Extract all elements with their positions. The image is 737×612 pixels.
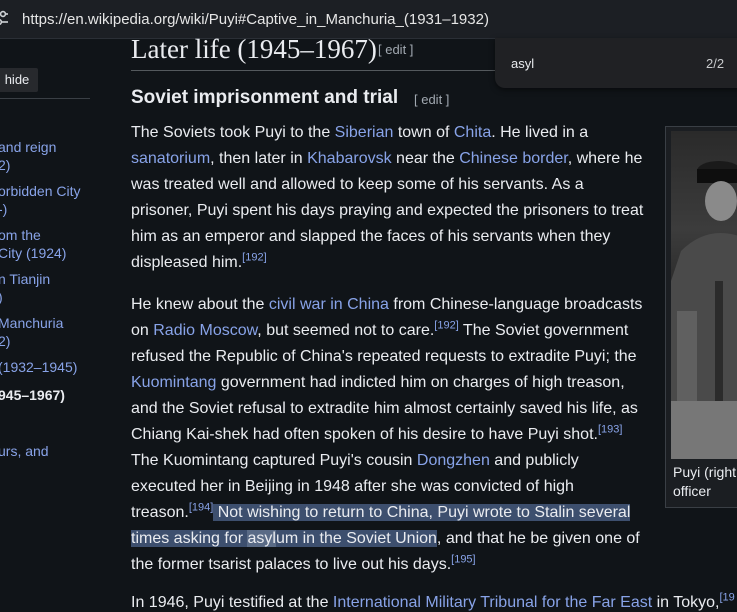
- figure-caption: Puyi (right officer: [673, 464, 737, 499]
- toc-item[interactable]: -): [0, 199, 7, 219]
- find-match-count: 2/2: [706, 56, 725, 71]
- subsection-heading: Soviet imprisonment and trial: [131, 87, 399, 108]
- toc-item[interactable]: and reign: [0, 137, 56, 157]
- citation-link[interactable]: [193]: [598, 424, 622, 436]
- paragraph-1: The Soviets took Puyi to the Siberian to…: [131, 124, 644, 271]
- link-chinese-border[interactable]: Chinese border: [459, 150, 568, 167]
- section-edit-link[interactable]: [ edit ]: [378, 42, 413, 57]
- toc-item[interactable]: Manchuria: [0, 313, 63, 333]
- link-siberian[interactable]: Siberian: [335, 124, 394, 141]
- link-khabarovsk[interactable]: Khabarovsk: [307, 150, 392, 167]
- toc-divider: [0, 98, 90, 99]
- paragraph-2: He knew about the civil war in China fro…: [131, 296, 643, 573]
- toc-item-current[interactable]: 945–1967): [0, 385, 65, 405]
- find-bar: asyl 2/2: [495, 38, 737, 88]
- link-chita[interactable]: Chita: [454, 124, 491, 141]
- puyi-photo[interactable]: [671, 131, 737, 459]
- toc-item[interactable]: 2): [0, 331, 10, 351]
- text-selection: Not wishing to return to China, Puyi wro…: [213, 504, 631, 521]
- toc-hide-button[interactable]: hide: [0, 68, 38, 92]
- site-settings-icon[interactable]: [0, 9, 10, 27]
- link-tribunal[interactable]: International Military Tribunal for the …: [333, 594, 652, 611]
- toc-item[interactable]: (1932–1945): [0, 357, 77, 377]
- find-input[interactable]: asyl: [511, 56, 534, 71]
- link-kuomintang[interactable]: Kuomintang: [131, 374, 216, 391]
- toc-item[interactable]: ): [0, 287, 3, 307]
- toc-item[interactable]: orbidden City: [0, 181, 81, 201]
- url-text[interactable]: https://en.wikipedia.org/wiki/Puyi#Capti…: [22, 11, 489, 28]
- paragraph-3: In 1946, Puyi testified at the Internati…: [131, 591, 735, 611]
- toc-item[interactable]: City (1924): [0, 243, 66, 263]
- link-dongzhen[interactable]: Dongzhen: [417, 452, 490, 469]
- citation-link[interactable]: [195]: [451, 554, 475, 566]
- link-civil-war[interactable]: civil war in China: [269, 296, 389, 313]
- citation-link[interactable]: [192]: [242, 252, 266, 264]
- citation-link[interactable]: [19: [719, 592, 734, 604]
- toc-item[interactable]: n Tianjin: [0, 269, 50, 289]
- toc-item[interactable]: 2): [0, 155, 10, 175]
- subsection-edit-link[interactable]: [ edit ]: [414, 92, 449, 107]
- toc-item[interactable]: om the: [0, 225, 41, 245]
- toc-item[interactable]: urs, and: [0, 441, 49, 461]
- citation-link[interactable]: [192]: [434, 320, 458, 332]
- image-thumbnail[interactable]: Puyi (right officer: [665, 126, 737, 508]
- find-current-match: asyl: [247, 530, 276, 547]
- link-radio-moscow[interactable]: Radio Moscow: [153, 322, 257, 339]
- citation-link[interactable]: [194]: [189, 502, 213, 514]
- link-sanatorium[interactable]: sanatorium: [131, 150, 210, 167]
- section-heading: Later life (1945–1967): [131, 34, 377, 64]
